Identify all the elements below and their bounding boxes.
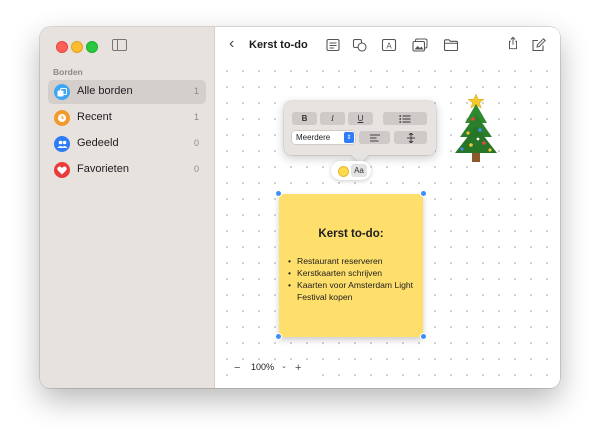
zoom-level[interactable]: 100%	[251, 362, 274, 372]
bullet-list-icon	[399, 114, 411, 123]
text-style-value: Meerdere	[296, 133, 331, 142]
text-box-icon[interactable]: A	[381, 38, 397, 52]
resize-handle-top-right[interactable]	[420, 190, 427, 197]
sticky-note[interactable]: Kerst to-do: Restaurant reserveren Kerst…	[279, 194, 423, 337]
select-arrows-icon: ⇕	[344, 132, 354, 143]
zoom-out-button[interactable]: −	[234, 360, 240, 376]
shapes-icon[interactable]	[352, 38, 368, 52]
sidebar-item-alle-borden[interactable]: Alle borden 1	[48, 80, 206, 104]
list-button[interactable]	[383, 112, 427, 125]
note-icon[interactable]	[325, 38, 341, 52]
boards-icon	[54, 84, 70, 100]
sidebar-item-count: 0	[193, 164, 199, 174]
underline-button[interactable]: U	[348, 112, 373, 125]
sidebar-item-favorieten[interactable]: Favorieten 0	[48, 158, 206, 182]
board-canvas[interactable]: ‹ Kerst to-do A B I U Meerdere ⇕ Aa Kers…	[215, 27, 560, 388]
sidebar: Borden Alle borden 1 Recent 1 Gedeeld 0	[40, 27, 215, 388]
text-style-select[interactable]: Meerdere ⇕	[292, 131, 355, 144]
folder-icon[interactable]	[443, 38, 459, 52]
zoom-window-button[interactable]	[86, 41, 98, 53]
strikethrough-button[interactable]	[394, 131, 427, 144]
sidebar-section-title: Borden	[53, 67, 83, 77]
chevron-down-icon[interactable]: ⌄	[281, 362, 287, 370]
format-popover: B I U Meerdere ⇕	[284, 101, 436, 155]
compose-icon[interactable]	[531, 38, 547, 52]
board-title: Kerst to-do	[249, 39, 308, 51]
resize-handle-top-left[interactable]	[275, 190, 282, 197]
clock-icon	[54, 110, 70, 126]
svg-text:A: A	[386, 42, 392, 51]
media-icon[interactable]	[412, 38, 428, 52]
italic-button[interactable]: I	[320, 112, 345, 125]
zoom-control: − 100% ⌄ +	[231, 360, 311, 376]
sidebar-item-recent[interactable]: Recent 1	[48, 106, 206, 130]
sidebar-item-label: Favorieten	[77, 163, 129, 175]
heart-icon	[54, 162, 70, 178]
sticky-note-list[interactable]: Restaurant reserveren Kerstkaarten schri…	[288, 255, 418, 303]
note-style-chip[interactable]: Aa	[331, 161, 371, 180]
sidebar-item-count: 1	[193, 112, 199, 122]
sidebar-item-label: Recent	[77, 111, 112, 123]
share-icon[interactable]	[505, 36, 521, 50]
people-icon	[54, 136, 70, 152]
strikethrough-icon	[406, 132, 415, 143]
list-item: Kaarten voor Amsterdam Light Festival ko…	[288, 279, 418, 303]
sidebar-item-label: Alle borden	[77, 85, 133, 97]
list-item: Restaurant reserveren	[288, 255, 418, 267]
sidebar-item-count: 0	[193, 138, 199, 148]
sidebar-toggle-icon[interactable]	[112, 39, 127, 51]
resize-handle-bottom-left[interactable]	[275, 333, 282, 340]
sidebar-item-label: Gedeeld	[77, 137, 119, 149]
bold-button[interactable]: B	[292, 112, 317, 125]
sticky-note-title[interactable]: Kerst to-do:	[279, 228, 423, 240]
back-chevron-icon[interactable]: ‹	[229, 36, 234, 52]
align-left-button[interactable]	[359, 131, 390, 144]
zoom-in-button[interactable]: +	[295, 360, 301, 376]
toolbar: ‹ Kerst to-do A	[215, 27, 560, 65]
note-color-swatch[interactable]	[338, 166, 349, 177]
sidebar-item-count: 1	[193, 86, 199, 96]
close-window-button[interactable]	[56, 41, 68, 53]
sidebar-item-gedeeld[interactable]: Gedeeld 0	[48, 132, 206, 156]
app-window: Borden Alle borden 1 Recent 1 Gedeeld 0	[40, 27, 560, 388]
minimize-window-button[interactable]	[71, 41, 83, 53]
font-button[interactable]: Aa	[351, 164, 367, 177]
resize-handle-bottom-right[interactable]	[420, 333, 427, 340]
christmas-tree-icon[interactable]	[451, 93, 501, 165]
list-item: Kerstkaarten schrijven	[288, 267, 418, 279]
align-left-icon	[369, 134, 380, 141]
